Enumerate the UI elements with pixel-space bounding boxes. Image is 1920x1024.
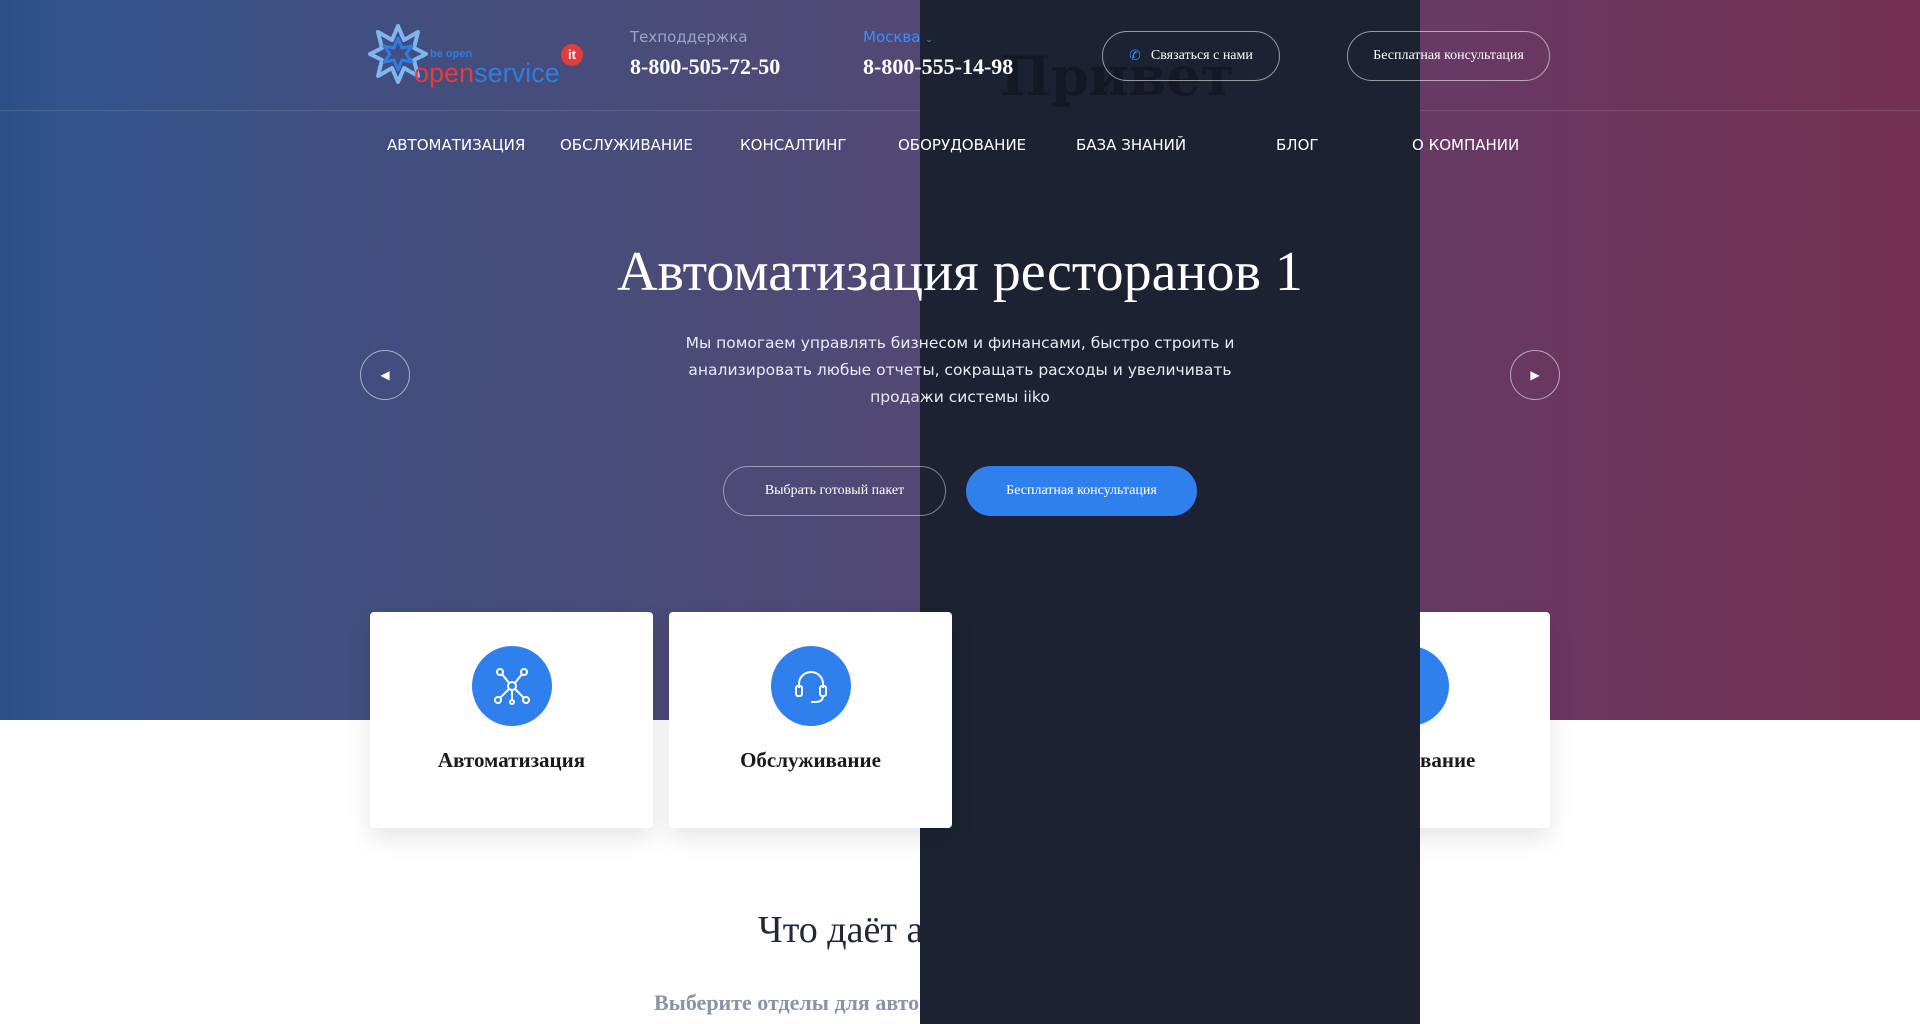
free-consult-header-label: Бесплатная консультация — [1373, 48, 1524, 63]
arrow-left-icon: ◀ — [380, 368, 390, 382]
contact-us-label: Связаться с нами — [1150, 48, 1253, 63]
contact-us-button[interactable]: ✆ Связаться с нами — [1102, 31, 1280, 81]
support-label: Техподдержка — [630, 28, 748, 46]
network-icon — [472, 646, 552, 726]
logo-word-service: service — [474, 58, 560, 88]
nav-item-knowledge-base[interactable]: БАЗА ЗНАНИЙ — [1076, 136, 1186, 154]
phone-icon: ✆ — [1129, 48, 1141, 64]
card-automation-title: Автоматизация — [437, 748, 586, 772]
city-label: Москва — [863, 28, 921, 46]
slider-next-button[interactable]: ▶ — [1510, 350, 1560, 400]
card-equipment-title: вание — [1420, 748, 1476, 772]
card-automation[interactable]: Автоматизация — [370, 612, 653, 828]
choose-package-label: Выбрать готовый пакет — [764, 483, 905, 498]
support-contact: Техподдержка 8-800-505-72-50 — [630, 28, 780, 80]
support-phone[interactable]: 8-800-505-72-50 — [630, 54, 780, 80]
free-consult-hero-label: Бесплатная консультация — [1006, 483, 1157, 498]
hero-subtitle: Мы помогаем управлять бизнесом и финанса… — [685, 334, 1235, 406]
card-service-title: Обслуживание — [740, 748, 881, 772]
headset-icon — [771, 646, 851, 726]
chevron-down-icon: ⌄ — [925, 35, 933, 45]
city-phone[interactable]: 8-800-555-14-98 — [863, 54, 1013, 80]
hero-stripe — [0, 0, 80, 720]
nav-item-consulting[interactable]: КОНСАЛТИНГ — [740, 136, 847, 154]
nav-item-about[interactable]: О КОМПАНИИ — [1412, 136, 1519, 154]
city-contact: Москва ⌄ 8-800-555-14-98 — [863, 28, 1013, 80]
arrow-right-icon: ▶ — [1530, 368, 1540, 382]
nav-item-blog[interactable]: БЛОГ — [1276, 136, 1319, 154]
logo-word-open: open — [414, 58, 475, 88]
nav-item-automation[interactable]: АВТОМАТИЗАЦИЯ — [387, 136, 525, 154]
slider-prev-button[interactable]: ◀ — [360, 350, 410, 400]
logo-badge: it — [561, 44, 583, 66]
logo[interactable]: be open openservice it — [368, 22, 588, 92]
nav-item-service[interactable]: ОБСЛУЖИВАНИЕ — [560, 136, 693, 154]
hero-title: Автоматизация ресторанов 1 — [617, 241, 1303, 303]
main-nav: АВТОМАТИЗАЦИЯ ОБСЛУЖИВАНИЕ КОНСАЛТИНГ ОБ… — [370, 136, 1530, 158]
city-selector[interactable]: Москва ⌄ — [863, 28, 1013, 46]
choose-package-button[interactable]: Выбрать готовый пакет — [723, 466, 946, 516]
card-service[interactable]: Обслуживание — [669, 612, 952, 828]
nav-item-equipment[interactable]: ОБОРУДОВАНИЕ — [898, 136, 1026, 154]
free-consult-header-button[interactable]: Бесплатная консультация — [1347, 31, 1550, 81]
logo-wordmark: openservice — [414, 58, 560, 88]
free-consult-hero-button[interactable]: Бесплатная консультация — [966, 466, 1197, 516]
section-subtitle: Выберите отделы для авто — [654, 990, 920, 1015]
section-title: Что даёт а — [758, 909, 924, 951]
